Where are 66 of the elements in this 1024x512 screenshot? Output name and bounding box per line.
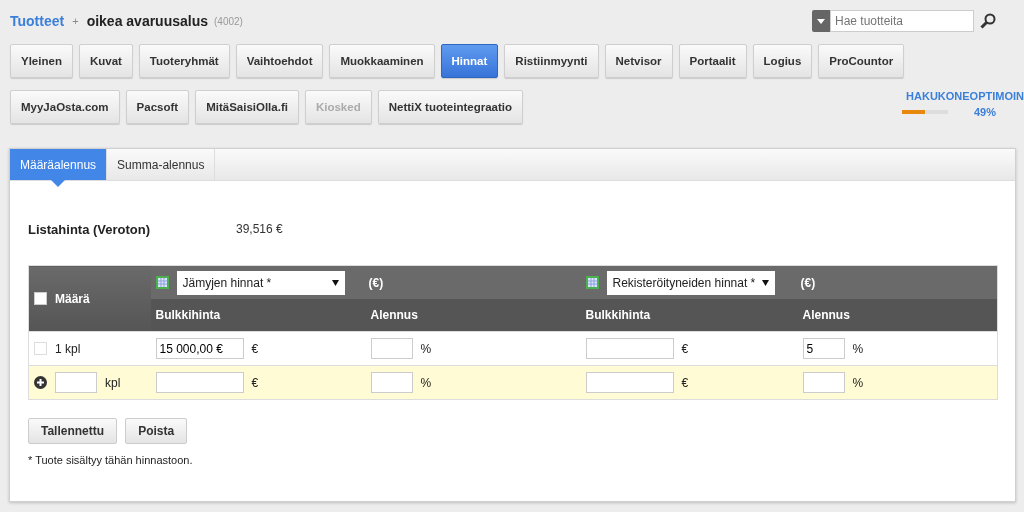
unit-label: € bbox=[251, 375, 259, 390]
caret-icon bbox=[331, 279, 339, 286]
price-field[interactable] bbox=[585, 338, 674, 359]
discount-field[interactable] bbox=[370, 338, 413, 359]
unit-label: % bbox=[852, 341, 864, 356]
nav-button[interactable]: ProCountor bbox=[818, 44, 905, 78]
tab[interactable]: Summa-alennus bbox=[107, 149, 216, 180]
product-title: oikea avaruusalus bbox=[86, 13, 209, 29]
nav-button[interactable]: Hinnat bbox=[440, 44, 499, 78]
select-all-checkbox[interactable] bbox=[34, 292, 47, 305]
nav-button[interactable]: Netvisor bbox=[604, 44, 673, 78]
quantity-text: 1 kpl bbox=[55, 341, 81, 356]
nav-button[interactable]: Tuoteryhmät bbox=[138, 44, 230, 78]
nav-button[interactable]: MitäSaisiOlla.fi bbox=[195, 90, 299, 124]
seo-percentage: 49% bbox=[973, 106, 996, 118]
list-price-label: Listahinta (Veroton) bbox=[28, 221, 152, 237]
column-header: Alennus bbox=[802, 308, 850, 322]
grid-icon bbox=[585, 276, 599, 289]
price-field[interactable]: 15 000,00 € bbox=[155, 338, 244, 359]
nav-button[interactable]: NettiX tuoteintegraatio bbox=[377, 90, 523, 124]
column-header: Alennus bbox=[370, 308, 418, 322]
nav-button[interactable]: Kuvat bbox=[78, 44, 133, 78]
caret-icon bbox=[817, 18, 825, 24]
nav-button[interactable]: MyyJaOsta.com bbox=[10, 90, 120, 124]
list-price-value: 39,516 € bbox=[236, 222, 283, 236]
search-field[interactable]: Hae tuotteita bbox=[830, 10, 974, 32]
discount-field[interactable]: 5 bbox=[802, 338, 845, 359]
discount-field[interactable] bbox=[370, 372, 413, 393]
price-list-select[interactable]: Rekisteröityneiden hinnat * bbox=[606, 270, 775, 295]
nav-button[interactable]: Ristiinmyynti bbox=[504, 44, 599, 78]
row-checkbox[interactable] bbox=[34, 342, 47, 355]
price-field[interactable] bbox=[155, 372, 244, 393]
unit-label: % bbox=[420, 375, 432, 390]
currency-label: (€) bbox=[800, 275, 816, 290]
unit-label: € bbox=[681, 375, 689, 390]
quantity-field[interactable] bbox=[55, 372, 97, 393]
unit-label: € bbox=[681, 341, 689, 356]
dropdown-button[interactable] bbox=[812, 10, 830, 32]
search-icon[interactable] bbox=[980, 13, 996, 29]
grid-icon bbox=[155, 276, 169, 289]
action-button[interactable]: Tallennettu bbox=[28, 418, 118, 444]
column-header: Määrä bbox=[55, 291, 90, 306]
price-field[interactable] bbox=[585, 372, 674, 393]
tab-pointer-icon bbox=[51, 180, 66, 187]
seo-label: HAKUKONEOPTIMOIN bbox=[906, 90, 1024, 102]
footnote: * Tuote sisältyy tähän hinnastoon. bbox=[28, 454, 194, 466]
unit-label: % bbox=[852, 375, 864, 390]
unit-label: kpl bbox=[105, 375, 121, 390]
column-header: Bulkkihinta bbox=[155, 308, 221, 322]
nav-button[interactable]: Logius bbox=[752, 44, 813, 78]
column-header: Bulkkihinta bbox=[585, 308, 651, 322]
discount-field[interactable] bbox=[802, 372, 845, 393]
price-list-select[interactable]: Jämyjen hinnat * bbox=[176, 270, 345, 295]
product-code: (4002) bbox=[214, 15, 243, 27]
nav-button[interactable]: Yleinen bbox=[10, 44, 73, 78]
add-icon[interactable] bbox=[34, 376, 47, 389]
unit-label: € bbox=[251, 341, 259, 356]
action-button[interactable]: Poista bbox=[125, 418, 188, 444]
caret-icon bbox=[761, 279, 769, 286]
nav-button[interactable]: Vaihtoehdot bbox=[235, 44, 324, 78]
nav-button[interactable]: Pacsoft bbox=[125, 90, 190, 124]
unit-label: % bbox=[420, 341, 432, 356]
nav-button[interactable]: Muokkaaminen bbox=[329, 44, 435, 78]
currency-label: (€) bbox=[368, 275, 384, 290]
nav-button[interactable]: Portaalit bbox=[678, 44, 747, 78]
breadcrumb-separator: + bbox=[72, 15, 79, 27]
